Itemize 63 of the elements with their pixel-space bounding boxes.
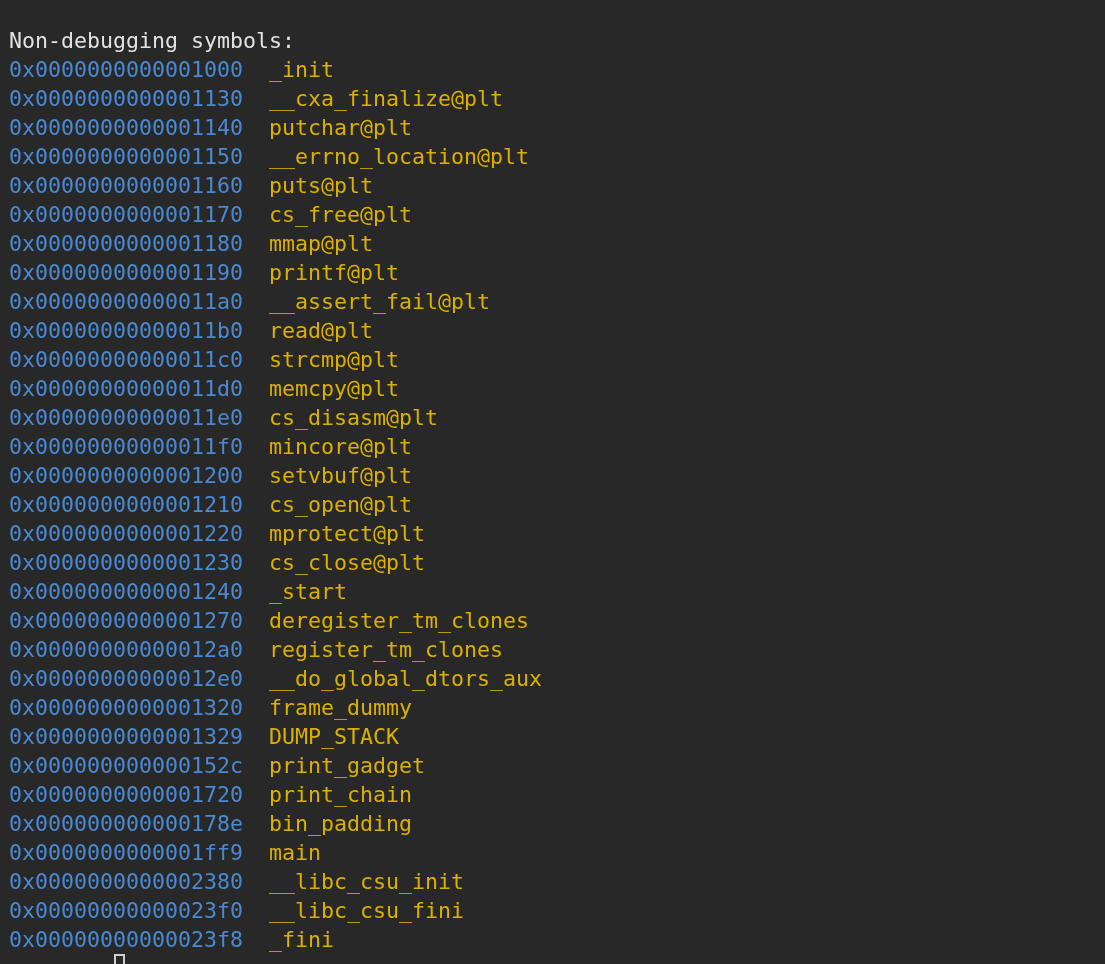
section-header: Non-debugging symbols: <box>9 27 295 55</box>
symbol-address: 0x00000000000023f0 <box>9 897 243 925</box>
symbol-address: 0x0000000000001170 <box>9 201 243 229</box>
symbol-address: 0x00000000000011f0 <box>9 433 243 461</box>
symbol-address: 0x0000000000001230 <box>9 549 243 577</box>
symbol-name: deregister_tm_clones <box>269 607 529 635</box>
symbol-address: 0x0000000000001000 <box>9 56 243 84</box>
symbol-address: 0x0000000000001329 <box>9 723 243 751</box>
symbol-name: bin_padding <box>269 810 412 838</box>
symbol-address: 0x0000000000001130 <box>9 85 243 113</box>
symbol-name: _start <box>269 578 347 606</box>
symbol-address: 0x000000000000152c <box>9 752 243 780</box>
symbol-name: _init <box>269 56 334 84</box>
symbol-address: 0x00000000000011e0 <box>9 404 243 432</box>
symbol-address: 0x00000000000011c0 <box>9 346 243 374</box>
symbol-address: 0x000000000000178e <box>9 810 243 838</box>
symbol-address: 0x0000000000001140 <box>9 114 243 142</box>
symbol-name: _fini <box>269 926 334 954</box>
symbol-name: frame_dummy <box>269 694 412 722</box>
symbol-name: cs_open@plt <box>269 491 412 519</box>
symbol-address: 0x0000000000002380 <box>9 868 243 896</box>
symbol-name: __cxa_finalize@plt <box>269 85 503 113</box>
symbol-name: putchar@plt <box>269 114 412 142</box>
symbol-address: 0x0000000000001190 <box>9 259 243 287</box>
symbol-address: 0x00000000000011d0 <box>9 375 243 403</box>
symbol-name: main <box>269 839 321 867</box>
symbol-name: read@plt <box>269 317 373 345</box>
symbol-name: print_gadget <box>269 752 425 780</box>
symbol-address: 0x0000000000001720 <box>9 781 243 809</box>
symbol-name: printf@plt <box>269 259 399 287</box>
symbol-address: 0x00000000000012a0 <box>9 636 243 664</box>
symbol-address: 0x00000000000011b0 <box>9 317 243 345</box>
symbol-address: 0x00000000000011a0 <box>9 288 243 316</box>
symbol-name: mmap@plt <box>269 230 373 258</box>
symbol-name: DUMP_STACK <box>269 723 399 751</box>
symbol-name: __assert_fail@plt <box>269 288 490 316</box>
symbol-name: strcmp@plt <box>269 346 399 374</box>
symbol-address: 0x0000000000001160 <box>9 172 243 200</box>
symbol-address: 0x0000000000001180 <box>9 230 243 258</box>
symbol-address: 0x0000000000001210 <box>9 491 243 519</box>
symbol-name: cs_disasm@plt <box>269 404 438 432</box>
symbol-name: __do_global_dtors_aux <box>269 665 542 693</box>
symbol-address: 0x0000000000001220 <box>9 520 243 548</box>
symbol-address: 0x0000000000001270 <box>9 607 243 635</box>
symbol-name: register_tm_clones <box>269 636 503 664</box>
symbol-name: __libc_csu_fini <box>269 897 464 925</box>
symbol-address: 0x00000000000012e0 <box>9 665 243 693</box>
symbol-name: cs_close@plt <box>269 549 425 577</box>
symbol-name: mprotect@plt <box>269 520 425 548</box>
symbol-address: 0x0000000000001200 <box>9 462 243 490</box>
symbol-name: __libc_csu_init <box>269 868 464 896</box>
symbol-name: __errno_location@plt <box>269 143 529 171</box>
symbol-name: puts@plt <box>269 172 373 200</box>
symbol-name: setvbuf@plt <box>269 462 412 490</box>
symbol-address: 0x0000000000001240 <box>9 578 243 606</box>
symbol-address: 0x0000000000001150 <box>9 143 243 171</box>
symbol-name: mincore@plt <box>269 433 412 461</box>
symbol-address: 0x0000000000001320 <box>9 694 243 722</box>
symbol-address: 0x00000000000023f8 <box>9 926 243 954</box>
symbol-name: print_chain <box>269 781 412 809</box>
symbol-name: memcpy@plt <box>269 375 399 403</box>
symbol-name: cs_free@plt <box>269 201 412 229</box>
symbol-address: 0x0000000000001ff9 <box>9 839 243 867</box>
